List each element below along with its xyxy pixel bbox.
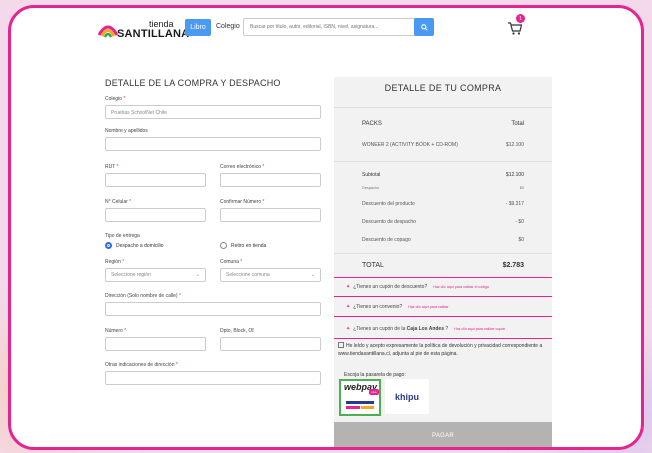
celular-field[interactable] [105,208,206,222]
total-row: TOTAL $2.783 [362,262,524,269]
logo-arcs-icon [97,25,119,38]
search-input[interactable] [243,18,431,36]
comuna-label: Comuna * [220,259,243,265]
radio-unchecked-icon [220,242,227,249]
order-summary: DETALLE DE TU COMPRA PACKS Total WONEER 2… [334,77,552,447]
chevron-down-icon: ⌄ [310,272,315,278]
checkbox-icon [338,342,344,348]
comuna-select[interactable]: Seleccione comuna ⌄ [220,268,321,282]
coupon-convenio[interactable]: ✦ ¿Tienes un convenio? Haz clic aquí par… [346,304,449,310]
region-select[interactable]: Seleccione región ⌄ [105,268,206,282]
colegio-link[interactable]: Colegio [216,23,240,30]
item-row: WONEER 2 (ACTIVITY BOOK + CD-ROM) $12.100 [362,142,524,148]
coupon-caja-los-andes[interactable]: ✦ ¿Tienes un cupón de la Caja Los Andes … [346,326,505,332]
tag-icon: ✦ [346,284,351,290]
celular-label: N° Celular * [105,199,132,205]
despacho-radio[interactable]: Despacho a domicilio [105,242,206,249]
radio-checked-icon [105,242,112,249]
depto-field[interactable] [220,337,321,351]
search-icon [420,23,428,31]
nombre-label: Nombre y apellidos [105,128,148,134]
pay-button[interactable]: PAGAR [334,422,552,447]
chevron-down-icon: ⌄ [195,272,200,278]
colegio-field[interactable]: Pruebas SchoolNet Chile [105,105,321,119]
webpay-option[interactable]: webpay plus [339,379,381,416]
rut-label: RUT * [105,164,119,170]
nombre-field[interactable] [105,137,321,151]
khipu-option[interactable]: khipu [385,379,429,414]
search-button[interactable] [414,18,434,36]
direccion-label: Dirección (Solo nombre de calle) * [105,293,181,299]
despacho-row: Despacho $0 [362,186,524,190]
colegio-label: Colegio * [105,96,126,102]
desc-despacho-row: Descuento de despacho - $0 [362,219,524,225]
summary-title: DETALLE DE TU COMPRA [384,83,502,93]
otras-label: Otras indicaciones de dirección * [105,362,178,368]
pay-label: Escoja la pasarela de pago: [344,372,406,378]
terms-checkbox[interactable]: He leído y acepto expresamente la políti… [338,342,550,358]
numero-label: Número * [105,328,127,334]
tipo-entrega-label: Tipo de entrega [105,233,140,239]
confirmar-label: Confirmar Número * [220,199,265,205]
packs-header-row: PACKS Total [362,121,524,127]
numero-field[interactable] [105,337,206,351]
form-title: DETALLE DE LA COMPRA Y DESPACHO [105,78,281,88]
depto-label: Dpto, Block, Of [220,328,254,334]
checkout-form: DETALLE DE LA COMPRA Y DESPACHO Colegio … [105,78,321,385]
libro-button[interactable]: Libro [185,19,211,36]
logo-big-text: SANTILLANA [117,28,190,40]
desc-copago-row: Descuento de copago $0 [362,237,524,243]
subtotal-row: Subtotal $12.100 [362,172,524,178]
header: tienda SANTILLANA Libro Colegio 1 [11,8,641,48]
logo[interactable]: tienda SANTILLANA [97,19,189,41]
webpay-plus-badge: plus [369,389,379,395]
page-frame: tienda SANTILLANA Libro Colegio 1 DETALL… [8,5,644,450]
correo-label: Correo electrónico * [220,164,265,170]
direccion-field[interactable] [105,302,321,316]
otras-field[interactable] [105,371,321,385]
correo-field[interactable] [220,173,321,187]
cart-count-badge: 1 [516,14,525,23]
coupon-discount[interactable]: ✦ ¿Tienes un cupón de descuento? Haz cli… [346,284,489,290]
desc-producto-row: Descuento del producto - $9.317 [362,201,524,207]
region-label: Región * [105,259,125,265]
retiro-radio[interactable]: Retiro en tienda [220,242,321,249]
confirmar-field[interactable] [220,208,321,222]
rut-field[interactable] [105,173,206,187]
tag-icon: ✦ [346,326,351,332]
tag-icon: ✦ [346,304,351,310]
